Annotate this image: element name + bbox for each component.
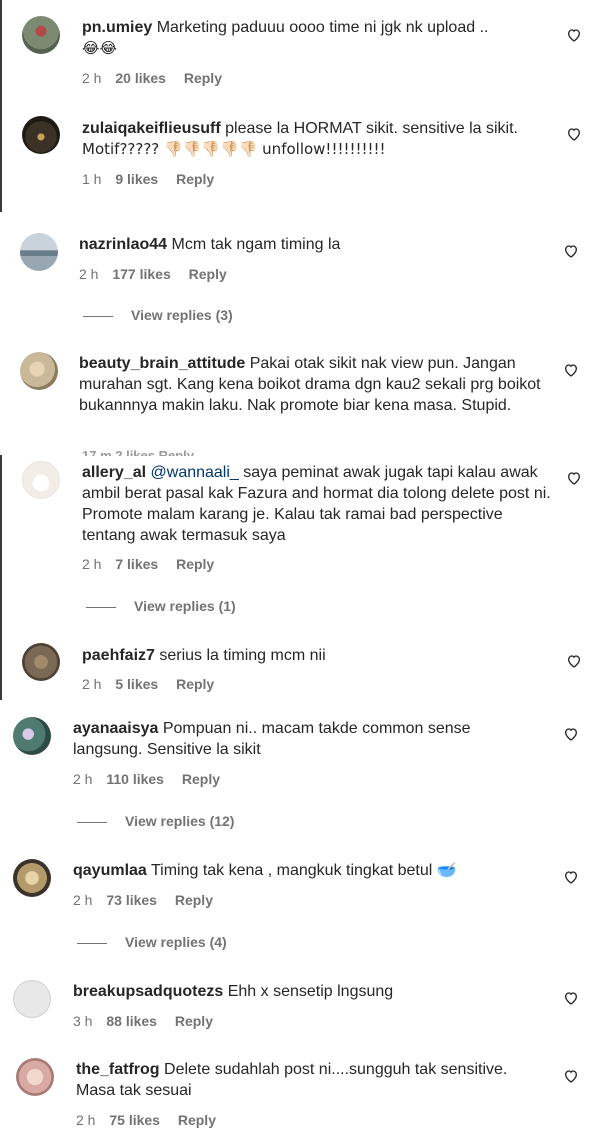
reply-button[interactable]: Reply (176, 556, 214, 572)
comment-text: Ehh x sensetip lngsung (227, 983, 394, 1000)
heart-icon[interactable] (566, 470, 582, 486)
truncated-meta-row: 17 m 2 likes Reply ... (82, 449, 208, 456)
comment-text: Mcm tak ngam timing la (171, 236, 341, 253)
avatar[interactable] (16, 1058, 54, 1096)
comment-time: 1 h (82, 171, 102, 187)
comment-username[interactable]: nazrinlao44 (79, 236, 167, 253)
view-replies-label: View replies (4) (125, 934, 227, 950)
comment-text: Marketing paduuu oooo time ni jgk nk upl… (156, 19, 489, 36)
comment-username[interactable]: breakupsadquotezs (73, 983, 223, 1000)
view-replies-button[interactable]: View replies (4) (77, 934, 227, 950)
comment-likes[interactable]: 75 likes (109, 1112, 160, 1128)
avatar[interactable] (13, 980, 51, 1018)
comment-text: Motif????? 👎🏻👎🏻👎🏻👎🏻👎🏻 unfollow!!!!!!!!!! (82, 140, 386, 158)
view-replies-label: View replies (3) (131, 307, 233, 323)
comment-time: 3 h (73, 1013, 93, 1029)
reply-button[interactable]: Reply (175, 1013, 213, 1029)
view-replies-button[interactable]: View replies (1) (86, 598, 236, 614)
comment-username[interactable]: allery_al (82, 464, 146, 481)
avatar[interactable] (22, 461, 60, 499)
avatar[interactable] (13, 859, 51, 897)
comment-username[interactable]: beauty_brain_attitude (79, 355, 245, 372)
comment-time: 2 h (82, 676, 102, 692)
comment-likes[interactable]: 20 likes (115, 70, 166, 86)
avatar[interactable] (22, 643, 60, 681)
comment-time: 2 h (82, 70, 102, 86)
heart-icon[interactable] (563, 869, 579, 885)
avatar[interactable] (22, 116, 60, 154)
avatar[interactable] (22, 16, 60, 54)
comment-emoji: 😂😂 (82, 39, 118, 57)
reply-button[interactable]: Reply (178, 1112, 216, 1128)
heart-icon[interactable] (566, 653, 582, 669)
comment-text: Timing tak kena , mangkuk tingkat betul … (150, 862, 457, 879)
reply-button[interactable]: Reply (182, 771, 220, 787)
comment-likes[interactable]: 73 likes (106, 892, 157, 908)
heart-icon[interactable] (563, 726, 579, 742)
reply-button[interactable]: Reply (176, 171, 214, 187)
heart-icon[interactable] (563, 362, 579, 378)
heart-icon[interactable] (563, 243, 579, 259)
comment-time: 2 h (79, 266, 99, 282)
comment-likes[interactable]: 7 likes (115, 556, 158, 572)
comment-likes[interactable]: 110 likes (106, 771, 164, 787)
heart-icon[interactable] (563, 990, 579, 1006)
comment-time: 2 h (73, 892, 93, 908)
mention-link[interactable]: @wannaali_ (151, 464, 239, 481)
view-replies-label: View replies (12) (125, 813, 235, 829)
avatar[interactable] (20, 233, 58, 271)
comment-likes[interactable]: 9 likes (115, 171, 158, 187)
comment-username[interactable]: paehfaiz7 (82, 647, 155, 664)
view-replies-button[interactable]: View replies (3) (83, 307, 233, 323)
heart-icon[interactable] (566, 126, 582, 142)
reply-button[interactable]: Reply (189, 266, 227, 282)
comment-time: 2 h (76, 1112, 96, 1128)
reply-button[interactable]: Reply (176, 676, 214, 692)
view-replies-label: View replies (1) (134, 598, 236, 614)
comment-likes[interactable]: 177 likes (112, 266, 170, 282)
comment-time: 2 h (73, 771, 93, 787)
crop-edge-line (0, 455, 2, 700)
reply-button[interactable]: Reply (175, 892, 213, 908)
avatar[interactable] (20, 352, 58, 390)
comment-username[interactable]: ayanaaisya (73, 720, 158, 737)
comment-username[interactable]: qayumlaa (73, 862, 147, 879)
view-replies-button[interactable]: View replies (12) (77, 813, 234, 829)
crop-edge-line (0, 0, 2, 212)
reply-button[interactable]: Reply (184, 70, 222, 86)
heart-icon[interactable] (566, 27, 582, 43)
comment-likes[interactable]: 88 likes (106, 1013, 157, 1029)
heart-icon[interactable] (563, 1068, 579, 1084)
comment-username[interactable]: the_fatfrog (76, 1061, 160, 1078)
comment-text: serius la timing mcm nii (159, 647, 326, 664)
comment-text: please la HORMAT sikit. sensitive la sik… (225, 120, 518, 137)
comment-likes[interactable]: 5 likes (115, 676, 158, 692)
comment-username[interactable]: pn.umiey (82, 19, 152, 36)
comment-username[interactable]: zulaiqakeiflieusuff (82, 120, 221, 137)
comment-time: 2 h (82, 556, 102, 572)
avatar[interactable] (13, 717, 51, 755)
